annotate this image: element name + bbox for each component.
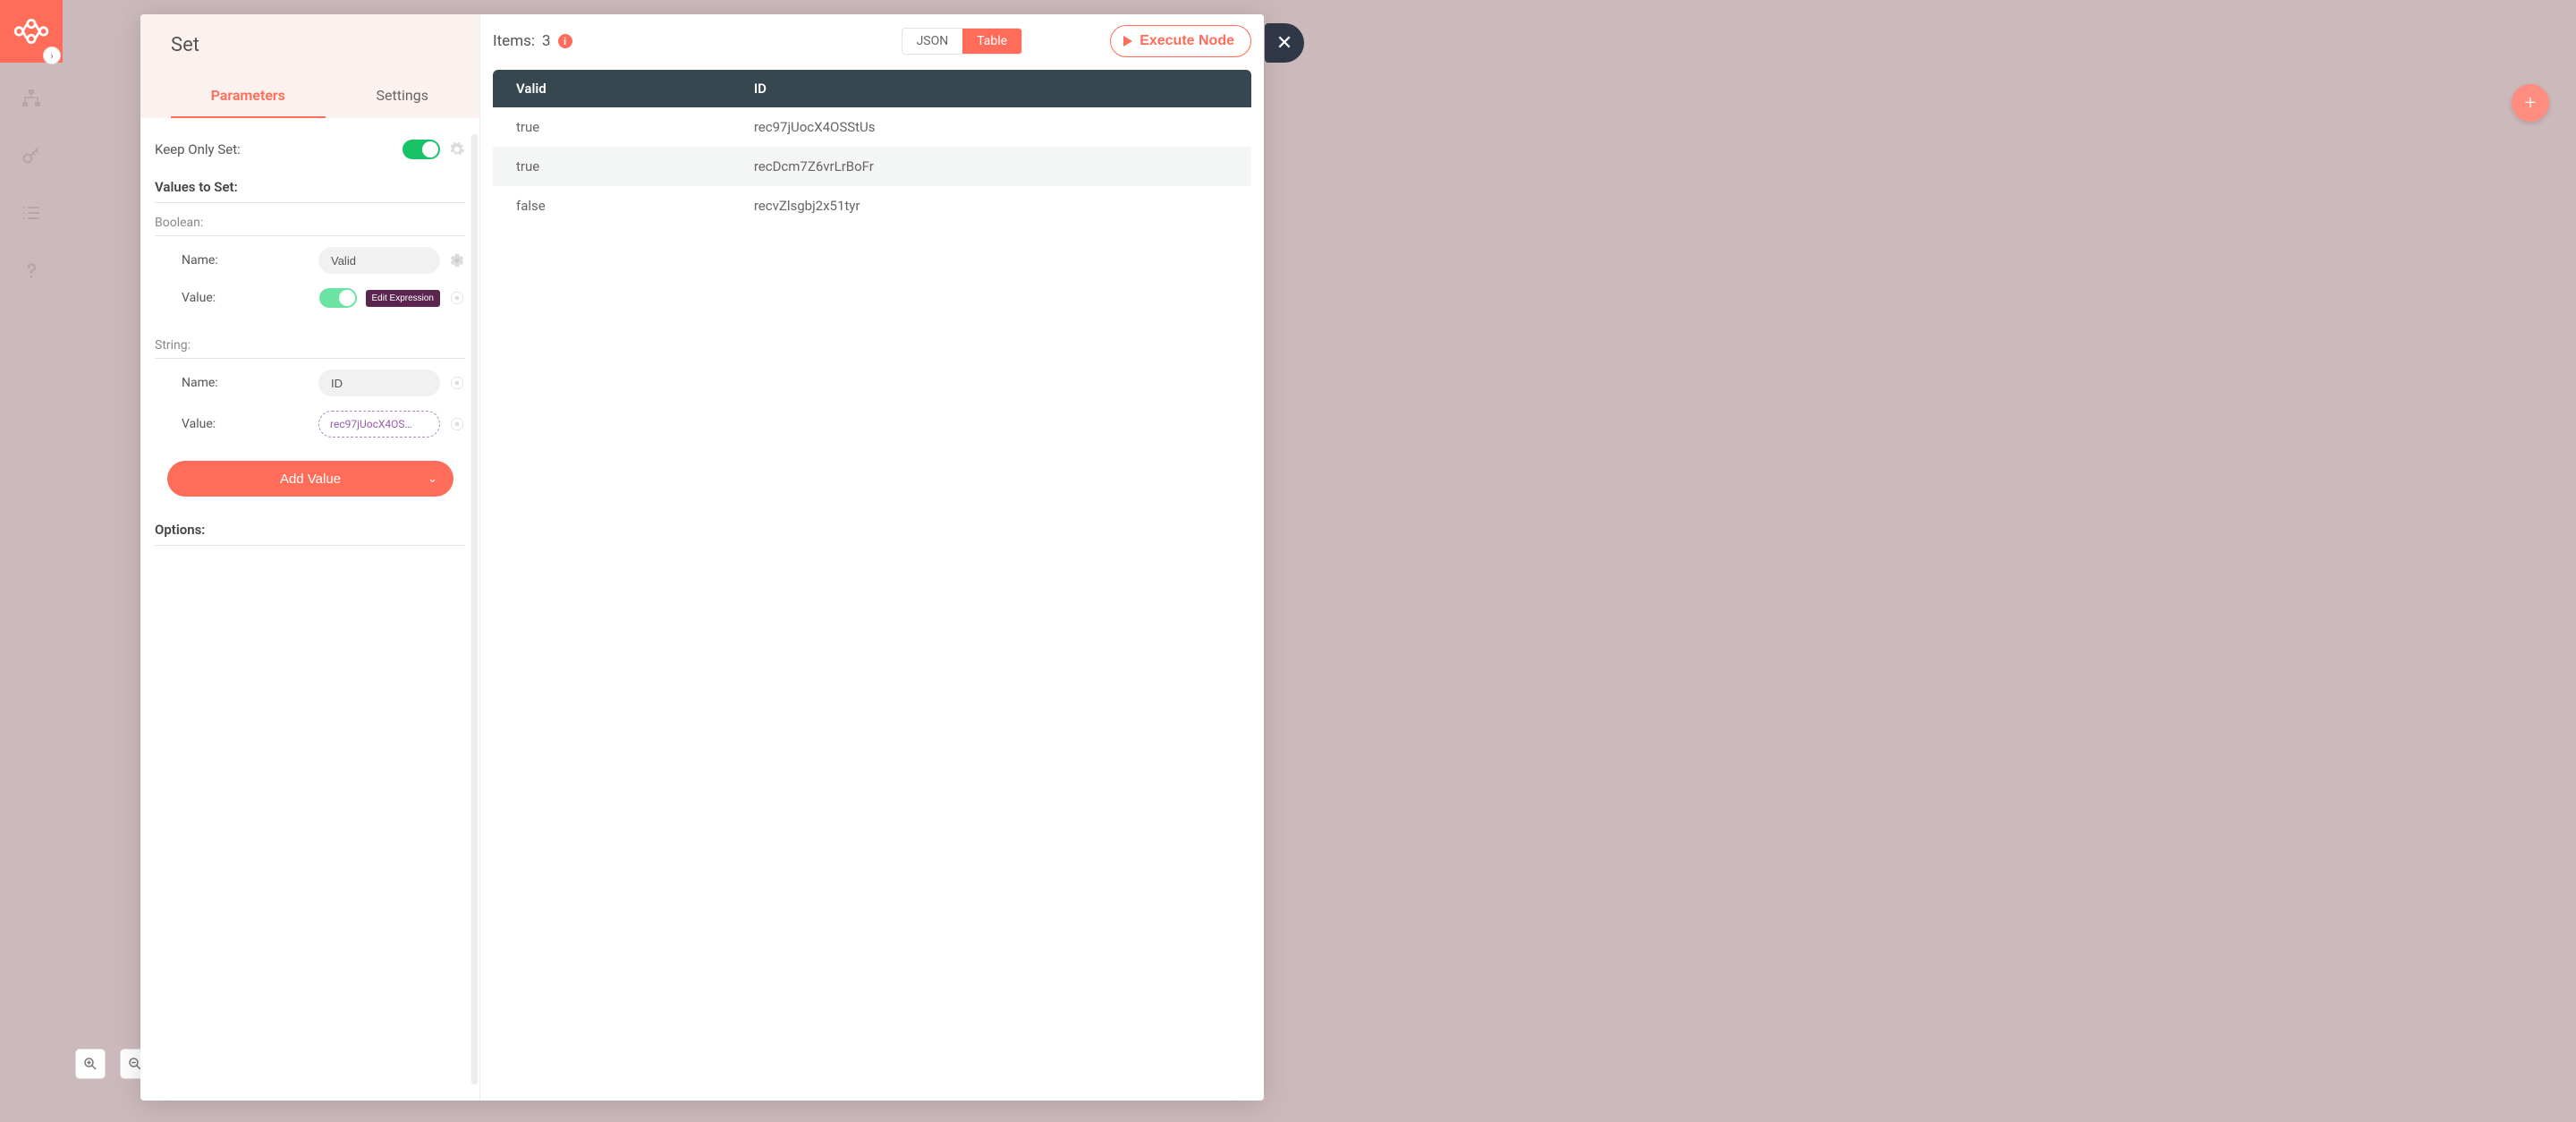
keep-only-set-label: Keep Only Set: [155,141,241,157]
executions-list-icon[interactable] [21,202,42,224]
tab-settings[interactable]: Settings [326,74,480,118]
bool-value-toggle[interactable] [319,288,357,308]
col-valid: Valid [493,70,731,107]
string-value-expression[interactable]: rec97jUocX4OS… [318,411,440,438]
table-row: false recvZlsgbj2x51tyr [493,186,1251,225]
col-id: ID [731,70,1251,107]
parameters-body: Keep Only Set: Values to Set: Boolean: N… [140,118,479,1101]
view-json-button[interactable]: JSON [902,29,963,54]
execute-node-button[interactable]: Execute Node [1110,25,1251,57]
gear-icon[interactable] [449,290,465,306]
bool-name-input[interactable] [318,247,440,274]
zoom-in-button[interactable] [75,1049,106,1079]
chevron-down-icon: ⌄ [428,472,437,486]
boolean-section-heading: Boolean: [155,216,465,236]
output-table: Valid ID true rec97jUocX4OSStUs true rec… [493,70,1251,225]
output-panel: Items: 3 i JSON Table Execute Node Valid… [480,14,1264,1101]
options-heading: Options: [155,522,465,546]
table-row: true rec97jUocX4OSStUs [493,107,1251,147]
add-value-button[interactable]: Add Value ⌄ [167,461,453,497]
bool-value-label: Value: [182,291,241,305]
play-icon [1123,36,1132,47]
workflows-icon[interactable] [21,88,42,109]
view-table-button[interactable]: Table [962,29,1021,54]
gear-icon[interactable] [449,416,465,432]
gear-icon[interactable] [449,141,465,157]
output-toolbar: Items: 3 i JSON Table Execute Node [480,14,1264,66]
string-name-label: Name: [182,376,241,390]
zoom-controls [75,1049,150,1079]
string-name-input[interactable] [318,370,440,396]
close-modal-button[interactable]: ✕ [1265,23,1304,63]
tab-parameters[interactable]: Parameters [171,74,326,118]
zoom-in-icon [82,1056,98,1072]
gear-icon[interactable] [449,252,465,268]
sidebar-toggle[interactable]: › [43,47,61,64]
main-sidebar: › [0,0,63,1122]
string-section-heading: String: [155,338,465,359]
add-node-button[interactable]: + [2512,84,2549,122]
credentials-key-icon[interactable] [21,145,42,166]
values-to-set-heading: Values to Set: [155,179,465,203]
plus-icon: + [2525,92,2536,115]
app-logo: › [0,0,63,63]
info-icon[interactable]: i [558,34,572,48]
node-title: Set [171,34,479,56]
table-row: true recDcm7Z6vrLrBoFr [493,147,1251,186]
scrollbar[interactable] [471,134,478,1084]
node-modal: Set Parameters Settings Keep Only Set: V… [140,14,1264,1101]
node-config-panel: Set Parameters Settings Keep Only Set: V… [140,14,480,1101]
node-header: Set Parameters Settings [140,14,479,118]
gear-icon[interactable] [449,375,465,391]
keep-only-set-toggle[interactable] [402,140,440,159]
add-value-label: Add Value [280,472,341,487]
output-view-toggle: JSON Table [902,28,1023,55]
bool-name-label: Name: [182,253,241,268]
items-count: Items: 3 i [493,32,572,50]
edit-expression-button[interactable]: Edit Expression [366,290,440,307]
close-icon: ✕ [1276,32,1292,55]
help-icon[interactable] [21,259,42,281]
chevron-right-icon: › [50,50,53,62]
config-tabs: Parameters Settings [171,74,479,118]
string-value-label: Value: [182,417,241,431]
n8n-logo-icon [13,13,50,50]
